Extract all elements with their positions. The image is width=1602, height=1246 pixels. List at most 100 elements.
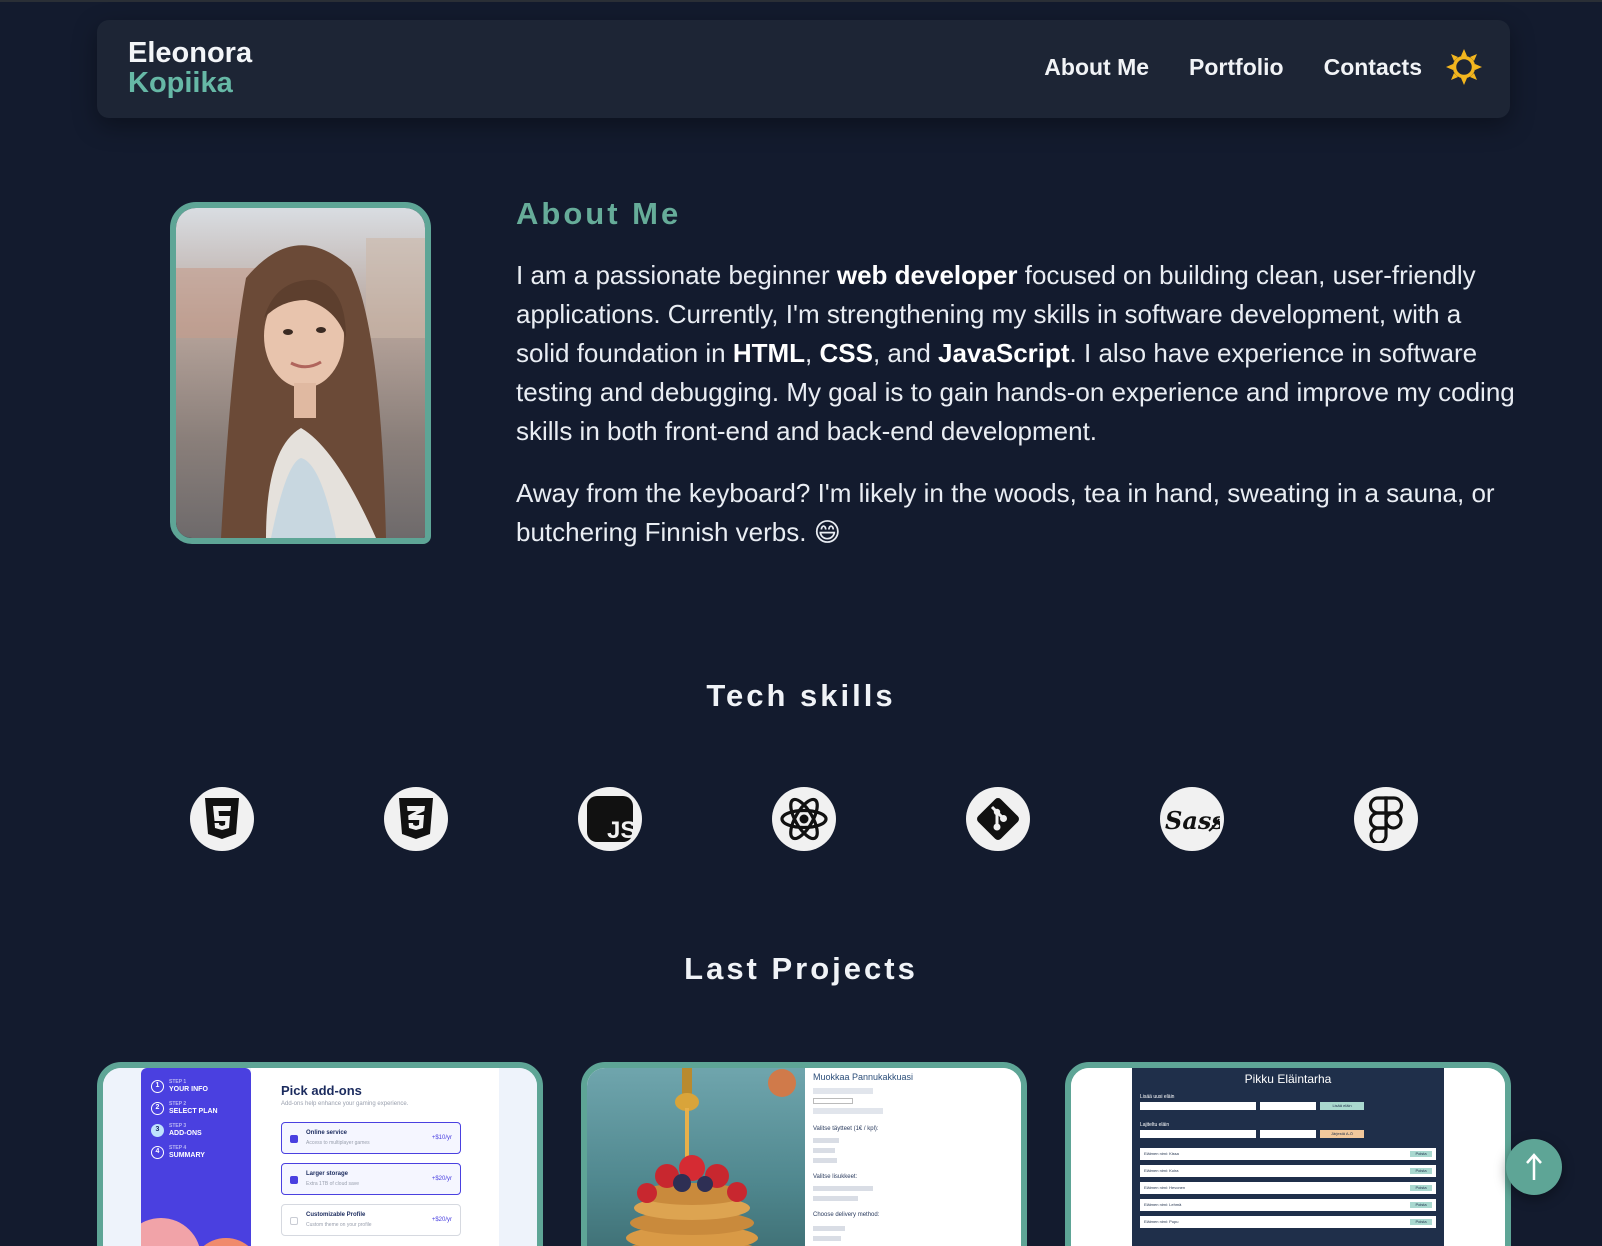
profile-photo <box>170 202 431 544</box>
checkbox-unchecked <box>290 1217 298 1225</box>
step-number: 1 <box>151 1079 164 1093</box>
addon-price: +$10/yr <box>431 1135 452 1141</box>
addon-price: +$20/yr <box>431 1176 452 1182</box>
animal-row-text: Eläimen nimi: Kissa <box>1144 1151 1179 1156</box>
nav-link-about-me[interactable]: About Me <box>1044 54 1149 81</box>
placeholder-option <box>813 1158 837 1163</box>
about-text-part: , <box>805 338 820 368</box>
profile-photo-image <box>176 208 425 538</box>
preview-heading: Pikku Eläintarha <box>1244 1072 1332 1086</box>
placeholder-select <box>1260 1102 1316 1110</box>
css3-icon <box>399 798 433 839</box>
decoration-circle <box>191 1238 251 1246</box>
checkbox-checked <box>290 1176 298 1184</box>
step-number: 4 <box>151 1145 164 1159</box>
step-number: 2 <box>151 1101 164 1115</box>
animal-row-text: Eläimen nimi: Pupu <box>1144 1219 1179 1224</box>
placeholder-option <box>813 1236 841 1241</box>
project-preview-form: Muokkaa Pannukakkuasi Valitse täytteet (… <box>805 1068 1021 1246</box>
skill-css3 <box>384 787 448 851</box>
nav-link-contacts[interactable]: Contacts <box>1324 54 1422 81</box>
about-highlight-javascript: JavaScript <box>938 338 1070 368</box>
site-header: Eleonora Kopiika About Me Portfolio Cont… <box>97 20 1510 118</box>
project-card-pancake-order[interactable]: Muokkaa Pannukakkuasi Valitse täytteet (… <box>581 1062 1027 1246</box>
skill-figma <box>1354 787 1418 851</box>
sun-icon <box>1446 49 1482 85</box>
animal-row: Eläimen nimi: Pupu Poista <box>1140 1216 1436 1228</box>
placeholder-option <box>813 1186 873 1191</box>
top-border <box>0 0 1602 2</box>
about-text-part: I am a passionate beginner <box>516 260 837 290</box>
arrow-up-icon <box>1526 1153 1542 1180</box>
addon-desc: Access to multiplayer games <box>306 1140 370 1146</box>
addon-option: Customizable Profile Custom theme on you… <box>281 1204 461 1236</box>
about-highlight-css: CSS <box>819 338 873 368</box>
tech-skills-title: Tech skills <box>706 678 896 713</box>
preview-label: Valitse lisukkeet: <box>813 1174 858 1180</box>
animal-row-text: Eläimen nimi: Hevonen <box>1144 1185 1186 1190</box>
placeholder-input <box>813 1098 853 1104</box>
theme-toggle-button[interactable] <box>1446 49 1482 85</box>
row-delete-button: Poista <box>1410 1185 1432 1191</box>
step-label: STEP 3 <box>169 1123 187 1129</box>
skill-react <box>772 787 836 851</box>
animal-row: Eläimen nimi: Kissa Poista <box>1140 1148 1436 1160</box>
project-card-multistep-form[interactable]: 1 STEP 1 YOUR INFO 2 STEP 2 SELECT PLAN 3 … <box>97 1062 543 1246</box>
placeholder-option <box>813 1148 835 1153</box>
step-item: 1 STEP 1 YOUR INFO <box>151 1078 218 1094</box>
about-paragraph-1: I am a passionate beginner web developer… <box>516 256 1521 451</box>
step-name: SELECT PLAN <box>169 1108 218 1115</box>
placeholder-input <box>1140 1102 1256 1110</box>
skill-sass: Sass <box>1160 787 1224 851</box>
javascript-icon: JS <box>587 796 636 844</box>
nav-link-portfolio[interactable]: Portfolio <box>1189 54 1284 81</box>
animal-row-text: Eläimen nimi: Koira <box>1144 1168 1179 1173</box>
preview-subheading: Add-ons help enhance your gaming experie… <box>281 1101 409 1107</box>
addon-option: Larger storage Extra 1TB of cloud save +… <box>281 1163 461 1195</box>
javascript-icon-label: JS <box>607 817 636 844</box>
about-text-part: , and <box>872 338 939 368</box>
addon-option: Online service Access to multiplayer gam… <box>281 1122 461 1154</box>
step-item-active: 3 STEP 3 ADD-ONS <box>151 1122 218 1138</box>
row-delete-button: Poista <box>1410 1151 1432 1157</box>
project-preview-photo <box>587 1068 805 1246</box>
placeholder-input <box>1140 1130 1256 1138</box>
step-name: SUMMARY <box>169 1152 205 1159</box>
step-item: 4 STEP 4 SUMMARY <box>151 1144 218 1160</box>
html5-icon <box>205 798 239 839</box>
step-number: 3 <box>151 1123 164 1137</box>
pancake-image <box>626 1068 796 1246</box>
skill-html5 <box>190 787 254 851</box>
animal-row-text: Eläimen nimi: Lehmä <box>1144 1202 1182 1207</box>
preview-add-button: Lisää eläin <box>1320 1102 1364 1110</box>
figma-icon <box>1368 796 1404 843</box>
row-delete-button: Poista <box>1410 1202 1432 1208</box>
preview-heading: Muokkaa Pannukakkuasi <box>813 1072 914 1082</box>
about-title: About Me <box>516 196 682 231</box>
step-item: 2 STEP 2 SELECT PLAN <box>151 1100 218 1116</box>
git-icon <box>977 798 1019 840</box>
animal-row: Eläimen nimi: Hevonen Poista <box>1140 1182 1436 1194</box>
about-highlight-web-developer: web developer <box>836 260 1018 290</box>
project-card-small-zoo[interactable]: Pikku Eläintarha Lisää uusi eläin Lisää … <box>1065 1062 1511 1246</box>
main-nav: About Me Portfolio Contacts <box>1044 54 1422 81</box>
preview-animal-list: Eläimen nimi: Kissa Poista Eläimen nimi: … <box>1140 1148 1436 1233</box>
placeholder-line <box>813 1088 873 1094</box>
sass-icon-label: Sass <box>1165 806 1220 835</box>
preview-label: Valitse täytteet (1€ / kpl): <box>813 1126 879 1132</box>
addon-desc: Extra 1TB of cloud save <box>306 1181 360 1187</box>
placeholder-option <box>813 1226 845 1231</box>
addon-name: Online service <box>306 1130 348 1136</box>
placeholder-line <box>813 1108 883 1114</box>
animal-row: Eläimen nimi: Koira Poista <box>1140 1165 1436 1177</box>
addon-name: Larger storage <box>306 1171 349 1177</box>
logo-last-name: Kopiika <box>128 67 233 99</box>
checkbox-checked <box>290 1135 298 1143</box>
step-name: ADD-ONS <box>169 1130 202 1137</box>
addon-price: +$20/yr <box>431 1217 452 1223</box>
logo[interactable]: Eleonora Kopiika <box>128 38 252 98</box>
preview-label: Choose delivery method: <box>813 1212 880 1218</box>
sass-icon: Sass <box>1165 806 1220 835</box>
step-label: STEP 1 <box>169 1079 187 1085</box>
scroll-to-top-button[interactable] <box>1506 1139 1562 1195</box>
